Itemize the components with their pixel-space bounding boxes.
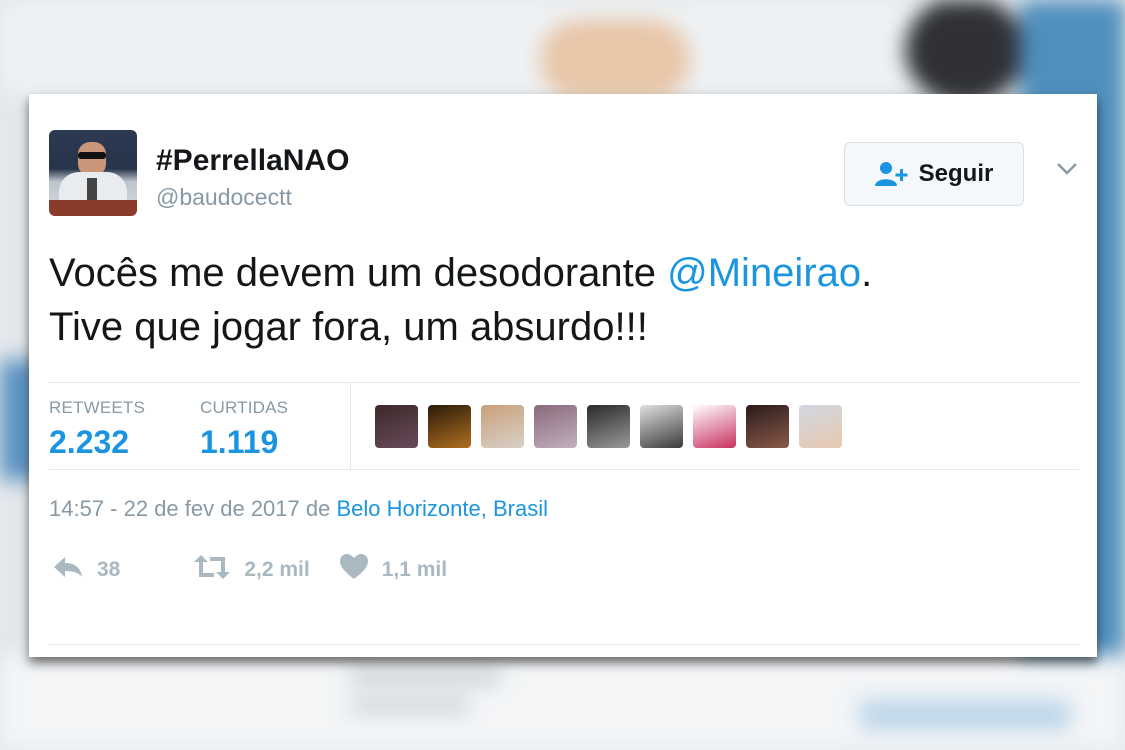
- tweet-text: Vocês me devem um desodorante @Mineirao.…: [49, 246, 1079, 354]
- location-link[interactable]: Belo Horizonte, Brasil: [336, 496, 548, 521]
- reply-action[interactable]: 38: [53, 556, 120, 584]
- liker-avatar-9[interactable]: [799, 405, 842, 448]
- likes-count: 1.119: [200, 424, 279, 460]
- tweet-text-part1: Vocês me devem um desodorante: [49, 251, 668, 295]
- tweet-card: #PerrellaNAO @baudocectt Seguir Vocês me…: [29, 94, 1097, 657]
- divider: [49, 644, 1079, 645]
- timestamp[interactable]: 14:57 - 22 de fev de 2017 de: [49, 496, 336, 521]
- reply-icon: [53, 556, 83, 584]
- tweet-text-line2: Tive que jogar fora, um absurdo!!!: [49, 305, 648, 349]
- tweet-text-part2: .: [861, 251, 873, 295]
- retweets-label: RETWEETS: [49, 398, 146, 417]
- divider: [49, 382, 1079, 383]
- follow-label: Seguir: [918, 160, 994, 187]
- tweet-actions: 38 2,2 mil 1,1 mil: [49, 554, 447, 585]
- liker-avatar-1[interactable]: [375, 405, 418, 448]
- liker-avatar-6[interactable]: [640, 405, 683, 448]
- liker-avatar-8[interactable]: [746, 405, 789, 448]
- retweet-icon: [194, 554, 231, 585]
- like-action[interactable]: 1,1 mil: [339, 554, 448, 585]
- divider: [350, 383, 351, 469]
- like-count: 1,1 mil: [381, 557, 448, 581]
- retweet-action[interactable]: 2,2 mil: [194, 554, 310, 585]
- follow-button[interactable]: Seguir: [844, 142, 1024, 206]
- display-name[interactable]: #PerrellaNAO: [156, 144, 349, 178]
- reply-count: 38: [97, 557, 121, 581]
- heart-icon: [339, 554, 368, 585]
- chevron-down-icon[interactable]: [1056, 162, 1078, 181]
- likes-stat[interactable]: CURTIDAS 1.119: [200, 398, 288, 461]
- add-user-icon: [874, 161, 909, 187]
- mention-link[interactable]: @Mineirao: [667, 251, 861, 295]
- retweets-count: 2.232: [49, 424, 130, 460]
- retweets-stat[interactable]: RETWEETS 2.232: [49, 398, 145, 461]
- liker-avatar-7[interactable]: [693, 405, 736, 448]
- liker-avatars: [375, 405, 842, 448]
- tweet-metadata: 14:57 - 22 de fev de 2017 de Belo Horizo…: [49, 496, 548, 522]
- liker-avatar-2[interactable]: [428, 405, 471, 448]
- user-avatar[interactable]: [49, 130, 137, 216]
- retweet-count: 2,2 mil: [244, 557, 310, 581]
- divider: [49, 469, 1079, 470]
- liker-avatar-5[interactable]: [587, 405, 630, 448]
- user-handle[interactable]: @baudocectt: [156, 184, 292, 211]
- liker-avatar-4[interactable]: [534, 405, 577, 448]
- likes-label: CURTIDAS: [200, 398, 289, 417]
- liker-avatar-3[interactable]: [481, 405, 524, 448]
